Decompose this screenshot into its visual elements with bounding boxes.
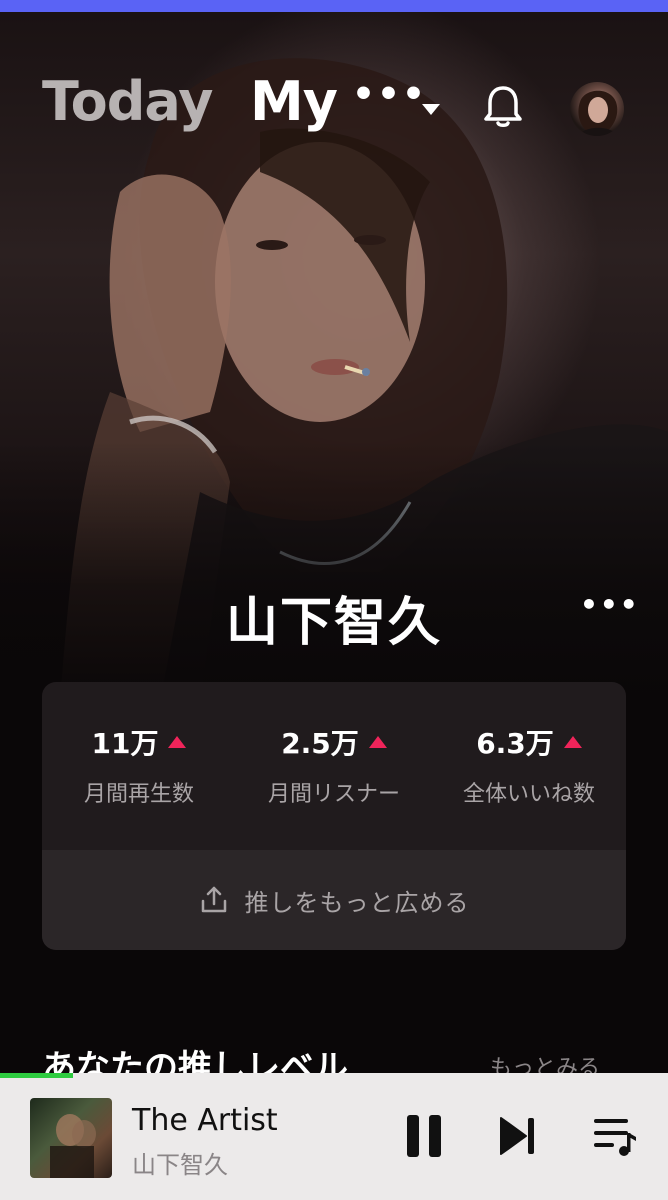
album-art[interactable] xyxy=(30,1098,112,1178)
bell-icon[interactable] xyxy=(482,84,524,130)
tab-today[interactable]: Today xyxy=(42,70,213,133)
artist-more-button[interactable]: ••• xyxy=(580,588,640,621)
stat-value: 11万 xyxy=(92,722,187,762)
playback-progress xyxy=(0,1073,74,1078)
tab-more-ellipsis[interactable]: ••• xyxy=(352,74,427,115)
pause-icon[interactable] xyxy=(404,1113,444,1159)
trend-up-icon xyxy=(168,736,187,748)
avatar[interactable] xyxy=(570,82,624,136)
chevron-down-icon[interactable] xyxy=(422,104,440,115)
trend-up-icon xyxy=(368,736,387,748)
queue-icon[interactable] xyxy=(592,1115,638,1159)
share-icon xyxy=(201,886,226,913)
stat-total-likes: 6.3万 全体いいね数 xyxy=(432,722,626,808)
stats-card: 11万 月間再生数 2.5万 月間リスナー 6.3万 全体いいね数 推しをもっと… xyxy=(42,682,626,950)
tab-my[interactable]: My xyxy=(250,70,338,133)
stat-value: 2.5万 xyxy=(281,722,387,762)
share-button[interactable]: 推しをもっと広める xyxy=(42,850,626,950)
stat-label: 月間リスナー xyxy=(267,782,400,807)
track-title: The Artist xyxy=(132,1103,278,1138)
top-status-strip xyxy=(0,0,668,12)
stat-monthly-listeners: 2.5万 月間リスナー xyxy=(237,722,431,808)
share-label: 推しをもっと広める xyxy=(244,888,470,917)
hero-gradient-overlay xyxy=(0,442,668,702)
top-navigation: Today My ••• xyxy=(0,12,668,182)
album-art-image xyxy=(50,1114,96,1178)
stat-value: 6.3万 xyxy=(476,722,582,762)
stat-label: 月間再生数 xyxy=(83,782,194,807)
artist-name: 山下智久 xyxy=(225,593,442,653)
stat-number: 2.5万 xyxy=(281,727,359,760)
stat-number: 11万 xyxy=(91,727,159,760)
skip-next-icon[interactable] xyxy=(498,1115,538,1157)
stat-label: 全体いいね数 xyxy=(462,782,595,807)
mini-player[interactable]: The Artist 山下智久 xyxy=(0,1073,668,1200)
trend-up-icon xyxy=(563,736,582,748)
track-artist: 山下智久 xyxy=(132,1151,228,1179)
stat-number: 6.3万 xyxy=(476,727,554,760)
avatar-image xyxy=(578,90,618,136)
stat-monthly-plays: 11万 月間再生数 xyxy=(42,722,236,808)
